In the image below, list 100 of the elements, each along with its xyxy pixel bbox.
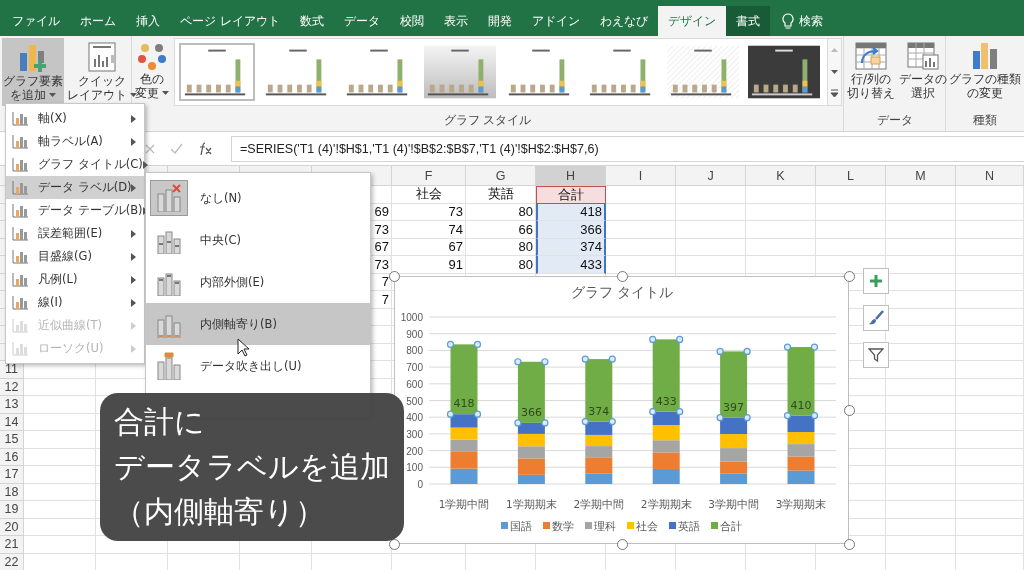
ribbon-button[interactable]: 行/列の 切り替え bbox=[846, 38, 896, 106]
table-cell bbox=[956, 396, 1024, 414]
no-labels-icon bbox=[156, 184, 182, 212]
table-cell bbox=[956, 378, 1024, 396]
selection-handle[interactable] bbox=[581, 355, 589, 363]
selection-handle[interactable] bbox=[743, 347, 751, 355]
column-header[interactable]: J bbox=[676, 166, 746, 186]
selection-handle[interactable] bbox=[649, 408, 657, 416]
selection-handle[interactable] bbox=[541, 419, 549, 427]
function-icon[interactable] bbox=[197, 141, 213, 156]
menu-item[interactable]: グラフ タイトル(C) bbox=[6, 153, 144, 176]
ribbon-tab[interactable]: 書式 bbox=[725, 6, 770, 36]
resize-handle[interactable] bbox=[844, 539, 855, 550]
selection-handle[interactable] bbox=[541, 358, 549, 366]
selection-handle[interactable] bbox=[446, 340, 455, 348]
row-header[interactable]: 19 bbox=[0, 501, 24, 519]
check-icon[interactable] bbox=[170, 142, 183, 155]
table-cell: 73 bbox=[392, 203, 466, 221]
table-cell bbox=[956, 343, 1024, 361]
menu-item[interactable]: データ ラベル(D) bbox=[6, 176, 144, 199]
ribbon-button[interactable]: 色の 変更 bbox=[134, 38, 170, 106]
resize-handle[interactable] bbox=[616, 271, 628, 282]
column-header[interactable]: N bbox=[956, 166, 1024, 186]
ribbon-tab[interactable]: 開発 bbox=[477, 6, 522, 36]
resize-handle[interactable] bbox=[844, 405, 855, 416]
ribbon-tab[interactable]: デザイン bbox=[657, 6, 726, 36]
menu-item[interactable]: データ テーブル(B) bbox=[6, 199, 144, 222]
chart-filters-button[interactable] bbox=[863, 342, 889, 368]
row-header[interactable]: 13 bbox=[0, 396, 24, 414]
row-header[interactable]: 21 bbox=[0, 536, 24, 554]
selection-handle[interactable] bbox=[446, 410, 455, 418]
mouse-pointer-icon bbox=[237, 338, 250, 357]
ribbon-tab[interactable]: 校閲 bbox=[389, 6, 434, 36]
column-header[interactable]: M bbox=[886, 166, 956, 186]
axis-tick-label: 100 bbox=[406, 462, 423, 474]
column-header[interactable]: H bbox=[536, 166, 606, 186]
row-header[interactable]: 17 bbox=[0, 466, 24, 484]
selection-handle[interactable] bbox=[716, 414, 724, 422]
column-header[interactable]: I bbox=[606, 166, 676, 186]
selection-handle[interactable] bbox=[810, 343, 819, 351]
chart-styles-button[interactable] bbox=[863, 305, 889, 331]
menu-item[interactable]: 線(I) bbox=[6, 291, 144, 314]
column-header[interactable]: G bbox=[466, 166, 536, 186]
axis-tick-label: 0 bbox=[417, 479, 423, 490]
menu-item[interactable]: データ吹き出し(U) bbox=[146, 345, 370, 387]
resize-handle[interactable] bbox=[844, 271, 855, 282]
row-header[interactable]: 15 bbox=[0, 431, 24, 449]
legend-label: 国語 bbox=[510, 520, 532, 532]
formula-field[interactable]: =SERIES('T1 (4)'!$H$1,'T1 (4)'!$B$2:$B$7,'T1 (4)'!$H$2:$H$7,6) bbox=[231, 135, 1024, 162]
chart-style-option[interactable] bbox=[746, 43, 822, 101]
bar-chart-icon bbox=[12, 157, 28, 172]
resize-handle[interactable] bbox=[389, 271, 400, 282]
search-box[interactable]: 検索 bbox=[769, 6, 835, 36]
ribbon-tab[interactable]: 表示 bbox=[433, 6, 478, 36]
table-cell bbox=[956, 466, 1024, 484]
selection-handle[interactable] bbox=[716, 347, 724, 355]
selection-handle[interactable] bbox=[473, 340, 482, 348]
ribbon-tab[interactable]: 挿入 bbox=[126, 6, 170, 36]
table-cell bbox=[956, 273, 1024, 291]
selection-handle[interactable] bbox=[514, 419, 522, 427]
menu-item[interactable]: 内側軸寄り(B) bbox=[146, 303, 370, 345]
ribbon-button[interactable]: グラフ要素 を追加 bbox=[2, 38, 64, 106]
chart-elements-button[interactable] bbox=[863, 268, 889, 294]
ribbon-tab[interactable]: アドイン bbox=[521, 6, 590, 36]
selection-handle[interactable] bbox=[608, 355, 616, 363]
selection-handle[interactable] bbox=[676, 335, 684, 343]
cancel-icon[interactable] bbox=[144, 142, 156, 155]
caret-icon bbox=[49, 93, 56, 97]
column-header[interactable]: K bbox=[746, 166, 816, 186]
selection-handle[interactable] bbox=[649, 335, 657, 343]
selection-handle[interactable] bbox=[514, 358, 522, 366]
selection-handle[interactable] bbox=[608, 417, 616, 426]
category-label: 3学期期末 bbox=[775, 498, 827, 510]
selection-handle[interactable] bbox=[676, 408, 684, 416]
selection-handle[interactable] bbox=[783, 343, 792, 351]
menu-item[interactable]: 軸ラベル(A) bbox=[6, 130, 144, 153]
ribbon-button[interactable]: グラフの種類 の変更 bbox=[948, 38, 1022, 106]
table-cell: 433 bbox=[536, 256, 606, 274]
menu-item[interactable]: 凡例(L) bbox=[6, 268, 144, 291]
menu-item[interactable]: 目盛線(G) bbox=[6, 245, 144, 268]
chart[interactable]: グラフ タイトル 0 100 200 300 400 500 600 700 800 900 1000 418 1学期中間 366 1学期期末 374 2学期中間 433 2学期期末 397 3学期中間 410 3学期期末 国語 数学 理科 社会 英語 合計 bbox=[394, 276, 849, 544]
group-label: 種類 bbox=[973, 111, 997, 129]
menu-item[interactable]: 軸(X) bbox=[6, 107, 144, 130]
ribbon-tab[interactable]: ホーム bbox=[70, 6, 126, 36]
column-header[interactable]: F bbox=[392, 166, 466, 186]
selection-handle[interactable] bbox=[743, 414, 751, 422]
ribbon-tab[interactable]: わえなび bbox=[589, 6, 658, 36]
ribbon-button[interactable]: データの 選択 bbox=[898, 38, 948, 106]
resize-handle[interactable] bbox=[616, 539, 628, 550]
selection-handle[interactable] bbox=[810, 411, 819, 420]
ribbon-tab[interactable]: データ bbox=[333, 6, 390, 36]
caret-icon bbox=[130, 93, 137, 97]
ribbon-tab[interactable]: 数式 bbox=[289, 6, 334, 36]
selection-handle[interactable] bbox=[783, 411, 792, 420]
menu-item[interactable]: 誤差範囲(E) bbox=[6, 222, 144, 245]
selection-handle[interactable] bbox=[581, 417, 589, 426]
selection-handle[interactable] bbox=[473, 410, 482, 418]
ribbon-tab[interactable]: ファイル bbox=[2, 6, 70, 36]
ribbon-tab[interactable]: ページ レイアウト bbox=[170, 6, 290, 36]
column-header[interactable]: L bbox=[816, 166, 886, 186]
